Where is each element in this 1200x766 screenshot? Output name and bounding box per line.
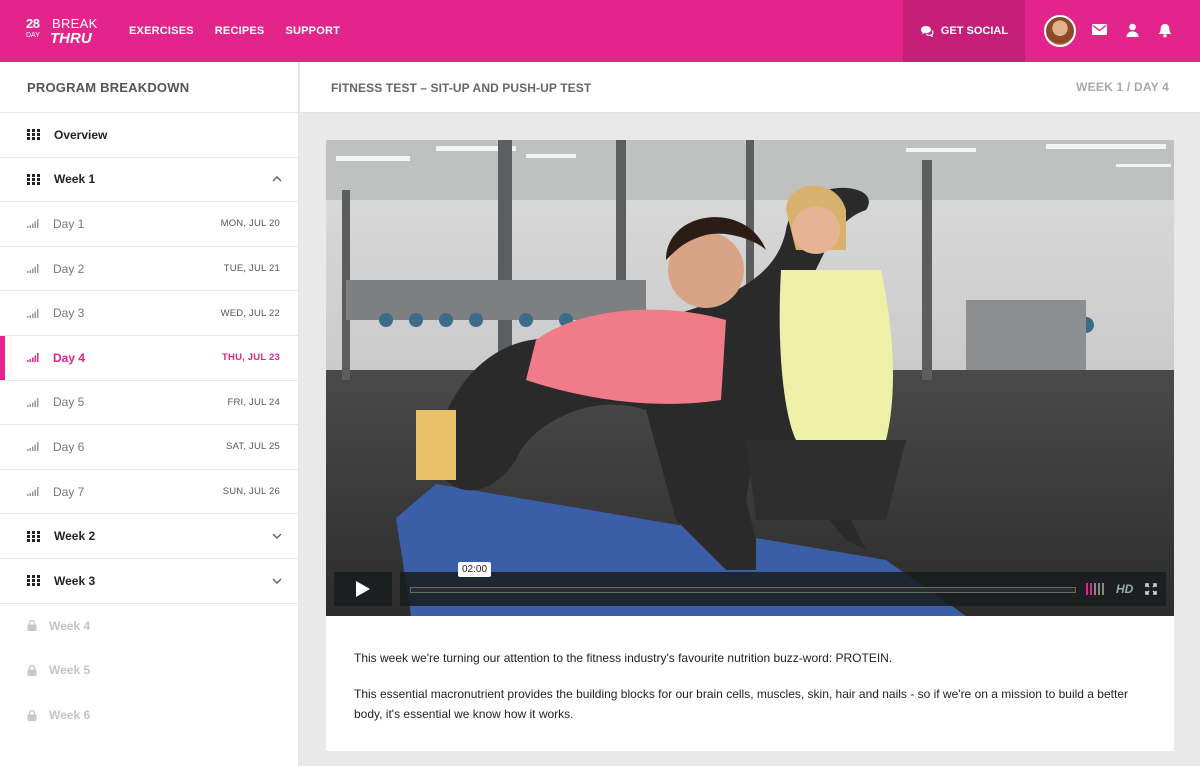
week-day-indicator: WEEK 1 / DAY 4 [1076,80,1169,94]
day-date: SUN, JUL 26 [222,486,280,498]
sidebar-title: PROGRAM BREAKDOWN [0,62,298,113]
day-label: Day 4 [53,350,86,365]
sidebar-item-week-4-locked: Week 4 [0,604,298,649]
lock-icon [27,709,37,721]
sidebar-item-week-1[interactable]: Week 1 [0,158,298,203]
day-date: MON, JUL 20 [220,218,280,230]
grid-icon [27,575,40,587]
day-date: SAT, JUL 25 [226,441,280,453]
signal-bars-icon [27,264,39,274]
main-nav: EXERCISES RECIPES SUPPORT [129,0,361,62]
sidebar-item-label: Week 4 [49,618,91,633]
sidebar-item-week-2[interactable]: Week 2 [0,514,298,559]
sidebar-item-label: Overview [54,127,108,142]
sidebar-item-week-5-locked: Week 5 [0,648,298,693]
logo-day: DAY [26,32,40,39]
sidebar-item-day-2[interactable]: Day 2 TUE, JUL 21 [0,247,298,292]
signal-bars-icon [27,487,39,497]
get-social-label: GET SOCIAL [940,25,1009,37]
sidebar-item-week-3[interactable]: Week 3 [0,559,298,604]
sidebar-item-day-4[interactable]: Day 4 THU, JUL 23 [0,335,298,381]
lesson-text: This week we're turning our attention to… [354,648,1154,740]
logo-28: 28 [26,16,40,31]
sidebar-item-day-5[interactable]: Day 5 FRI, JUL 24 [0,381,298,426]
control-bar: 02:00 HD [400,562,1166,606]
day-label: Day 1 [53,216,85,231]
sidebar-item-day-6[interactable]: Day 6 SAT, JUL 25 [0,425,298,470]
grid-icon [27,173,40,185]
video-controls: 02:00 HD [334,562,1166,606]
chevron-up-icon[interactable] [272,176,282,182]
logo-break: BREAK [52,16,98,31]
nav-support[interactable]: SUPPORT [285,25,340,37]
sidebar-item-day-1[interactable]: Day 1 MON, JUL 20 [0,202,298,247]
day-date: THU, JUL 23 [222,352,280,364]
play-icon [356,581,370,597]
lesson-card: 02:00 HD This week we're turning our att… [326,140,1174,751]
nav-exercises[interactable]: EXERCISES [129,25,194,37]
day-date: TUE, JUL 21 [223,263,280,275]
get-social-button[interactable]: GET SOCIAL [903,0,1025,62]
logo-thru: THRU [50,30,92,47]
sidebar-item-day-3[interactable]: Day 3 WED, JUL 22 [0,291,298,336]
chat-bubble-icon [920,26,934,37]
signal-bars-icon [27,353,39,363]
sidebar-item-label: Week 2 [54,529,96,544]
avatar[interactable] [1044,15,1076,47]
day-label: Day 3 [53,306,85,321]
bell-icon[interactable] [1158,23,1172,38]
sidebar-item-label: Week 6 [49,708,91,723]
day-label: Day 7 [53,484,85,499]
video-player[interactable]: 02:00 HD [326,140,1174,616]
lock-icon [27,620,37,632]
chevron-down-icon[interactable] [272,533,282,540]
nav-recipes[interactable]: RECIPES [215,25,265,37]
user-icon[interactable] [1126,23,1139,37]
fullscreen-icon[interactable] [1145,583,1157,595]
page-title: FITNESS TEST – SIT-UP AND PUSH-UP TEST [331,81,592,95]
paragraph: This week we're turning our attention to… [354,651,893,665]
video-frame-image [326,140,1174,616]
grid-icon [27,530,40,542]
time-tooltip: 02:00 [458,562,492,577]
sidebar-item-day-7[interactable]: Day 7 SUN, JUL 26 [0,470,298,515]
content-header: FITNESS TEST – SIT-UP AND PUSH-UP TEST W… [300,62,1200,113]
hd-toggle[interactable]: HD [1116,582,1133,596]
brand-logo[interactable]: 28 DAY BREAK THRU [26,14,97,48]
grid-icon [27,129,40,141]
progress-track[interactable] [410,587,1076,593]
play-button[interactable] [334,572,392,606]
signal-bars-icon [27,308,39,318]
mail-icon[interactable] [1092,23,1107,36]
day-label: Day 6 [53,439,85,454]
volume-bars-icon[interactable] [1086,583,1106,595]
day-date: FRI, JUL 24 [227,396,280,408]
paragraph: This essential macronutrient provides th… [354,687,1128,721]
sidebar-item-label: Week 1 [54,172,96,187]
sidebar-item-overview[interactable]: Overview [0,113,298,158]
top-bar: 28 DAY BREAK THRU EXERCISES RECIPES SUPP… [0,0,1200,62]
chevron-down-icon[interactable] [272,578,282,584]
signal-bars-icon [27,219,39,229]
day-label: Day 2 [53,261,85,276]
day-label: Day 5 [53,395,85,410]
lock-icon [27,664,37,676]
sidebar-item-label: Week 3 [54,573,96,588]
day-date: WED, JUL 22 [220,307,280,319]
signal-bars-icon [27,397,39,407]
sidebar-item-label: Week 5 [49,663,91,678]
sidebar-item-week-6-locked: Week 6 [0,693,298,738]
program-sidebar: PROGRAM BREAKDOWN Overview Week 1 Day 1 … [0,62,299,766]
signal-bars-icon [27,442,39,452]
